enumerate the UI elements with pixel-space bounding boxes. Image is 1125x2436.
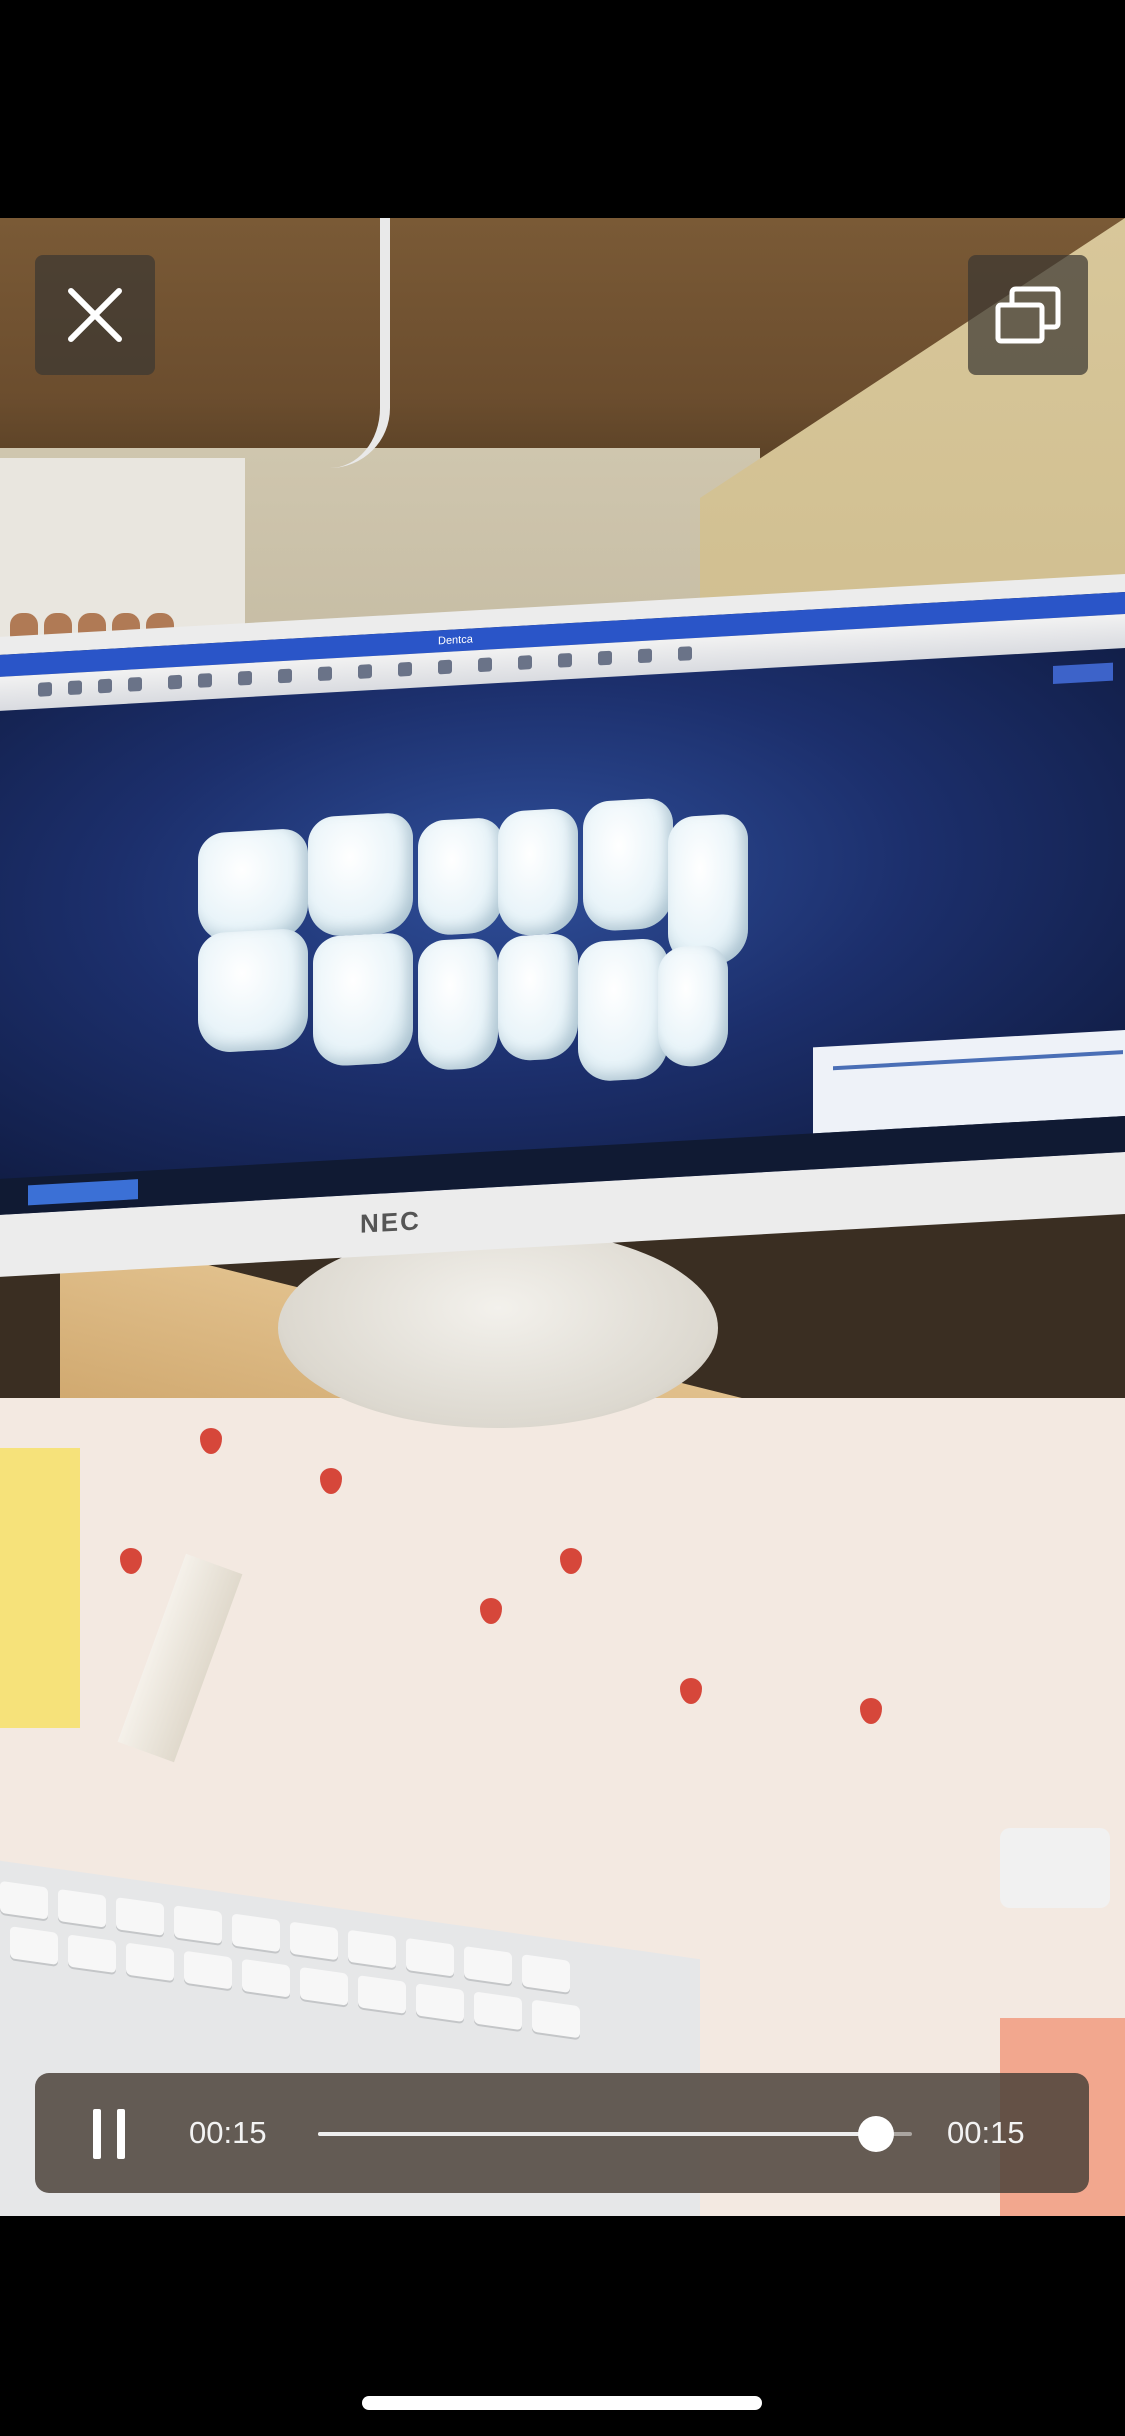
video-player-screen: Dentca NEC 00:15 00:15 — [0, 0, 1125, 2436]
scene-monitor-brand: NEC — [360, 1205, 421, 1239]
total-time: 00:15 — [947, 2115, 1025, 2150]
home-indicator[interactable] — [362, 2396, 762, 2410]
scene-app-title: Dentca — [438, 633, 473, 648]
scene-sticky-note — [0, 1448, 80, 1728]
scene-monitor-stand — [278, 1228, 718, 1428]
scene-monitor: Dentca NEC — [0, 573, 1125, 1278]
scene-app-tab — [1053, 662, 1113, 685]
seek-bar[interactable] — [318, 2116, 912, 2152]
seek-thumb[interactable] — [858, 2116, 895, 2152]
scene-charger — [1000, 1828, 1110, 1908]
seek-progress — [318, 2132, 877, 2136]
scene-taskbar — [0, 1114, 1125, 1215]
close-icon — [68, 288, 122, 342]
picture-in-picture-icon — [995, 286, 1061, 344]
video-frame[interactable]: Dentca NEC — [0, 218, 1125, 2216]
picture-in-picture-button[interactable] — [968, 255, 1088, 375]
scene-dental-model — [198, 793, 758, 1104]
current-time: 00:15 — [189, 2115, 267, 2150]
pause-button[interactable] — [71, 2095, 147, 2171]
scene-monitor-screen: Dentca — [0, 590, 1125, 1215]
close-button[interactable] — [35, 255, 155, 375]
scene-cable — [290, 218, 390, 468]
playback-control-bar: 00:15 00:15 — [35, 2073, 1089, 2193]
